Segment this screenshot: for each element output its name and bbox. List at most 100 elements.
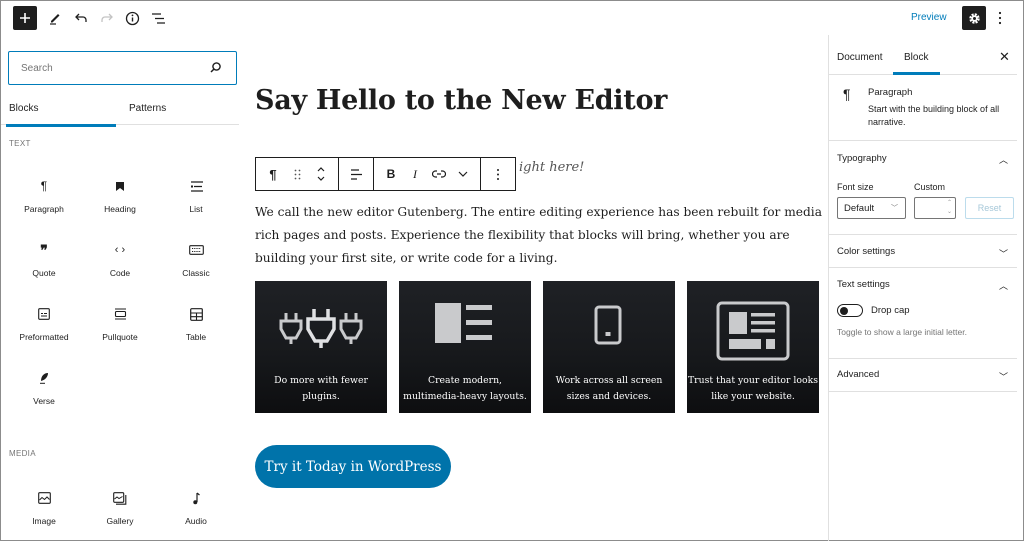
chevron-down-icon: ﹀	[891, 205, 898, 212]
block-pullquote[interactable]: Pullquote	[87, 293, 153, 357]
paragraph-icon: ¶	[843, 86, 851, 102]
close-icon[interactable]: ✕	[999, 49, 1010, 65]
block-options-button[interactable]	[486, 158, 510, 190]
block-preformatted[interactable]: Preformatted	[1, 293, 87, 357]
tab-patterns[interactable]: Patterns	[129, 103, 166, 114]
block-classic[interactable]: Classic	[153, 229, 239, 293]
toggle-knob	[840, 306, 848, 315]
partially-hidden-text[interactable]: ight here!	[519, 160, 584, 175]
chevron-up-icon[interactable]: ︿	[999, 153, 1008, 166]
list-view-button[interactable]	[146, 6, 170, 30]
feature-card[interactable]: Work across all screen sizes and devices…	[543, 281, 675, 413]
tab-block[interactable]: Block	[892, 52, 941, 75]
custom-size-input[interactable]: ⌃ ⌄	[914, 197, 956, 219]
reset-button[interactable]: Reset	[965, 197, 1014, 219]
drop-cap-toggle[interactable]	[837, 304, 863, 317]
block-label: Gallery	[106, 516, 134, 526]
feature-card[interactable]: Trust that your editor looks like your w…	[687, 281, 819, 413]
drag-handle[interactable]	[285, 158, 309, 190]
chevron-up-icon[interactable]: ︿	[999, 279, 1008, 292]
paragraph-icon: ¶	[269, 166, 277, 182]
block-search-input[interactable]: Search	[8, 51, 237, 85]
text-settings-toggle[interactable]: Text settings	[837, 279, 890, 290]
italic-icon: I	[413, 166, 417, 181]
block-label: Audio	[185, 516, 207, 526]
gallery-icon	[113, 489, 127, 507]
text-blocks-grid: ¶ Paragraph Heading List ❞ Quote ‹ › Cod…	[1, 165, 241, 421]
advanced-panel[interactable]: Advanced ﹀	[829, 359, 1017, 392]
advanced-toggle[interactable]: Advanced	[837, 369, 879, 380]
chevron-down-icon[interactable]: ﹀	[999, 370, 1008, 383]
font-size-select[interactable]: Default ﹀	[837, 197, 906, 219]
tools-button[interactable]	[43, 6, 67, 30]
feature-card-text: Create modern, multimedia-heavy layouts.	[403, 375, 527, 402]
toolbar-group-block: ¶	[256, 158, 339, 190]
more-formats-button[interactable]	[451, 158, 475, 190]
preview-button[interactable]: Preview	[911, 12, 947, 23]
block-card: ¶ Paragraph Start with the building bloc…	[829, 75, 1017, 141]
search-icon	[210, 62, 221, 73]
block-paragraph[interactable]: ¶ Paragraph	[1, 165, 87, 229]
toolbar-group-format: B I	[374, 158, 481, 190]
block-code[interactable]: ‹ › Code	[87, 229, 153, 293]
search-placeholder: Search	[21, 62, 53, 74]
media-blocks-grid: Image Gallery Audio	[1, 477, 241, 541]
align-button[interactable]	[344, 158, 368, 190]
block-verse[interactable]: Verse	[1, 357, 87, 421]
block-label: List	[189, 204, 203, 214]
feature-card[interactable]: Create modern, multimedia-heavy layouts.	[399, 281, 531, 413]
website-icon	[716, 301, 790, 361]
chevron-down-icon[interactable]: ﹀	[999, 247, 1008, 260]
typography-toggle[interactable]: Typography	[837, 153, 887, 164]
font-size-label: Font size	[837, 182, 874, 192]
keyboard-icon	[188, 241, 204, 259]
italic-button[interactable]: I	[403, 158, 427, 190]
block-list[interactable]: List	[153, 165, 239, 229]
block-table[interactable]: Table	[153, 293, 239, 357]
color-settings-panel[interactable]: Color settings ﹀	[829, 235, 1017, 268]
post-title[interactable]: Say Hello to the New Editor	[255, 85, 667, 116]
block-label: Quote	[32, 268, 56, 278]
intro-paragraph[interactable]: We call the new editor Gutenberg. The en…	[255, 201, 825, 270]
undo-button[interactable]	[69, 6, 93, 30]
more-vertical-icon	[497, 168, 499, 180]
info-button[interactable]	[120, 6, 144, 30]
block-quote[interactable]: ❞ Quote	[1, 229, 87, 293]
block-label: Heading	[104, 204, 136, 214]
more-vertical-icon	[998, 11, 1002, 25]
link-button[interactable]	[427, 158, 451, 190]
tab-document[interactable]: Document	[837, 52, 883, 63]
redo-button[interactable]	[95, 6, 119, 30]
block-image[interactable]: Image	[1, 477, 87, 541]
spinner-icon[interactable]: ⌃ ⌄	[947, 199, 952, 217]
tab-blocks[interactable]: Blocks	[5, 103, 118, 127]
color-settings-toggle[interactable]: Color settings	[837, 246, 895, 257]
table-icon	[189, 305, 203, 323]
block-heading[interactable]: Heading	[87, 165, 153, 229]
block-label: Image	[32, 516, 56, 526]
bold-button[interactable]: B	[379, 158, 403, 190]
pencil-icon	[50, 14, 60, 25]
feature-card-text: Work across all screen sizes and devices…	[555, 375, 663, 402]
layout-icon	[435, 303, 492, 343]
block-gallery[interactable]: Gallery	[87, 477, 153, 541]
redo-icon	[101, 13, 113, 22]
editor-top-bar: Preview	[1, 1, 1023, 35]
block-audio[interactable]: Audio	[153, 477, 239, 541]
heading-icon	[115, 177, 125, 195]
block-description: Start with the building block of all nar…	[868, 104, 1000, 127]
plus-icon	[20, 13, 30, 23]
feature-card[interactable]: Do more with fewer plugins.	[255, 281, 387, 413]
settings-button[interactable]	[962, 6, 986, 30]
block-type-button[interactable]: ¶	[261, 158, 285, 190]
add-block-button[interactable]	[13, 6, 37, 30]
try-wordpress-button[interactable]: Try it Today in WordPress	[255, 445, 451, 488]
drop-cap-label: Drop cap	[871, 305, 910, 316]
more-options-button[interactable]	[988, 6, 1012, 30]
block-label: Table	[185, 332, 207, 342]
info-icon	[125, 11, 139, 25]
move-up-down-buttons[interactable]	[309, 158, 333, 190]
block-label: Verse	[33, 396, 55, 406]
link-icon	[432, 170, 446, 178]
bold-icon: B	[386, 167, 396, 181]
